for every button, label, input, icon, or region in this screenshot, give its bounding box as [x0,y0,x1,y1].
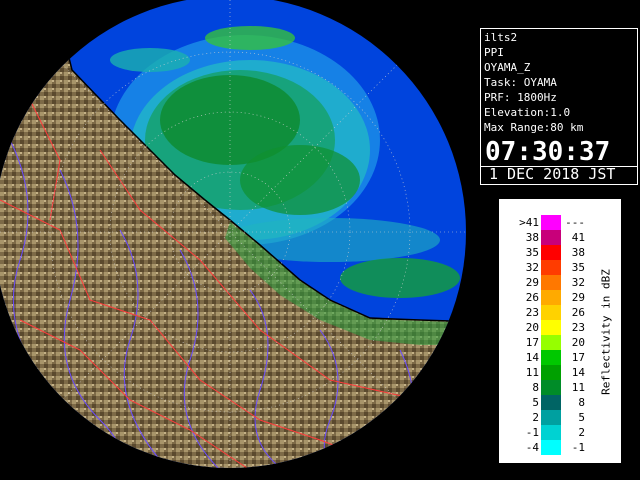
legend-upper-bound: 8 [578,396,585,409]
legend-axis-label: Reflectivity in dBZ [599,269,613,395]
legend-lower-bound: -1 [525,426,539,439]
legend-color-swatch [541,350,561,365]
radar-info-panel: ilts2 PPI OYAMA_Z Task: OYAMA PRF: 1800H… [480,28,638,185]
legend-upper-bound: 29 [571,291,585,304]
legend-color-swatch [541,215,561,230]
legend-lower-bound: >41 [519,216,539,229]
legend-upper-bound: 41 [571,231,585,244]
prf-value: PRF: 1800Hz [484,91,557,104]
observation-date: 1 DEC 2018 JST [489,165,616,183]
legend-upper-bound: 20 [571,336,585,349]
scan-mode: PPI [484,46,504,59]
legend-upper-bound: 14 [571,366,585,379]
reflectivity-legend: >41 --- 38 41 35 38 32 35 29 32 26 29 23 26 20 23 17 20 14… [498,198,622,464]
legend-lower-bound: 2 [532,411,539,424]
legend-upper-bound: 32 [571,276,585,289]
legend-color-swatch [541,410,561,425]
legend-lower-bound: 8 [532,381,539,394]
legend-lower-bound: 29 [525,276,539,289]
legend-lower-bound: 17 [525,336,539,349]
legend-color-swatch [541,440,561,455]
legend-upper-bound: 5 [578,411,585,424]
legend-upper-bound: 23 [571,321,585,334]
legend-lower-bound: 38 [525,231,539,244]
legend-upper-bound: 38 [571,246,585,259]
legend-upper-bound: -1 [571,441,585,454]
elevation-value: Elevation:1.0 [484,106,571,119]
legend-color-swatch [541,365,561,380]
legend-color-swatch [541,380,561,395]
legend-lower-bound: 20 [525,321,539,334]
legend-color-swatch [541,425,561,440]
legend-upper-bound: 35 [571,261,585,274]
legend-lower-bound: 14 [525,351,539,364]
legend-color-swatch [541,335,561,350]
legend-color-swatch [541,260,561,275]
legend-lower-bound: 26 [525,291,539,304]
legend-upper-bound: 17 [571,351,585,364]
legend-lower-bound: 11 [525,366,539,379]
legend-color-swatch [541,245,561,260]
legend-upper-bound: 2 [578,426,585,439]
legend-upper-bound: 26 [571,306,585,319]
legend-color-swatch [541,395,561,410]
legend-upper-bound: --- [565,216,585,229]
legend-color-swatch [541,290,561,305]
site-name: ilts2 [484,31,518,44]
legend-lower-bound: 5 [532,396,539,409]
legend-color-swatch [541,320,561,335]
legend-lower-bound: 32 [525,261,539,274]
legend-lower-bound: -4 [525,441,539,454]
task-name: Task: OYAMA [484,76,557,89]
radar-ppi-map [0,0,478,480]
legend-lower-bound: 23 [525,306,539,319]
legend-upper-bound: 11 [571,381,585,394]
legend-color-swatch [541,275,561,290]
legend-color-swatch [541,305,561,320]
legend-color-swatch [541,230,561,245]
observation-time: 07:30:37 [485,137,611,167]
legend-lower-bound: 35 [525,246,539,259]
product-name: OYAMA_Z [484,61,531,74]
max-range-value: Max Range:80 km [484,121,584,134]
